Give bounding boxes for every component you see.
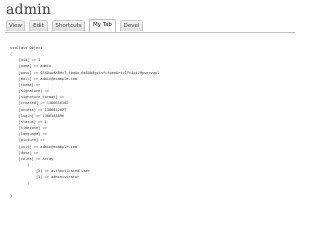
dump-line: [access] => 1386632077	[10, 107, 67, 112]
dump-line: [login] => 1386583896	[10, 113, 65, 118]
dump-line: [pass] => $S$DuwAXBHvT.fbqUo.6mGUb8gzisf…	[10, 70, 160, 75]
tab-content-panel: stdClass Object ( [uid] => 1 [name] => a…	[5, 33, 295, 227]
tab-devel[interactable]: Devel	[120, 20, 143, 31]
tab-bar: View Edit Shortcuts My Tab Devel	[5, 18, 295, 33]
dump-line: [2] => authenticated user	[10, 169, 91, 174]
dump-line: )	[10, 193, 13, 198]
dump-line: [mail] => admin@example.com	[10, 76, 78, 81]
tab-edit[interactable]: Edit	[29, 20, 48, 31]
dump-line: (	[10, 162, 30, 167]
dump-line: stdClass Object	[10, 46, 43, 50]
dump-line: [roles] => Array	[10, 156, 54, 161]
dump-line: [data] =>	[10, 150, 39, 155]
dump-line: [init] => admin@example.com	[10, 144, 78, 149]
dump-line: [created] => 1386616102	[10, 101, 69, 106]
dump-line: [theme] =>	[10, 82, 41, 87]
dump-line: [status] => 1	[10, 119, 47, 124]
dump-line: [signature] =>	[10, 89, 49, 94]
dump-line: [language] =>	[10, 132, 47, 137]
dump-line: )	[10, 181, 30, 186]
dump-line: [timezone] =>	[10, 126, 47, 131]
dump-line: [3] => administrator	[10, 175, 80, 180]
dump-line: (	[10, 52, 13, 57]
page-title: admin	[6, 2, 52, 18]
dump-line: [picture] =>	[10, 138, 45, 143]
dump-line: [uid] => 1	[10, 58, 41, 63]
dump-line: [signature_format] =>	[10, 95, 65, 100]
user-object-dump: stdClass Object ( [uid] => 1 [name] => a…	[10, 45, 159, 199]
tab-view[interactable]: View	[6, 20, 25, 31]
tab-shortcuts[interactable]: Shortcuts	[52, 20, 85, 31]
tab-my-tab[interactable]: My Tab	[89, 19, 116, 32]
dump-line: [name] => admin	[10, 64, 52, 69]
